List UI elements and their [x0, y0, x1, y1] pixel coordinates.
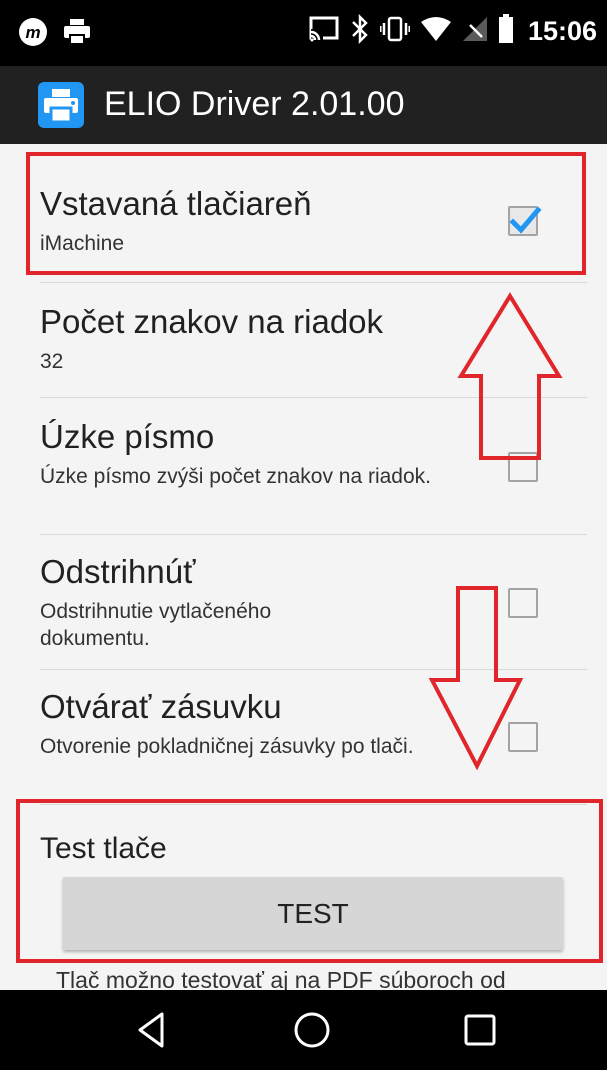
no-signal-icon: [462, 16, 488, 47]
builtin-printer-checkbox[interactable]: [508, 206, 542, 236]
pref-summary: Úzke písmo zvýši počet znakov na riadok.: [40, 465, 432, 488]
test-button[interactable]: TEST: [63, 877, 563, 950]
app-notification-icon: m: [18, 17, 48, 52]
pref-builtin-printer[interactable]: Vstavaná tlačiareň iMachine: [40, 184, 587, 257]
test-section-header: Test tlače: [40, 829, 587, 869]
divider: [40, 534, 587, 535]
battery-icon: [498, 14, 514, 49]
back-icon[interactable]: [130, 1008, 174, 1052]
recents-icon[interactable]: [458, 1008, 502, 1052]
app-title: ELIO Driver 2.01.00: [104, 85, 405, 123]
svg-text:m: m: [25, 23, 40, 42]
status-right-icons: 15:06: [308, 13, 597, 49]
cast-icon: [308, 15, 340, 48]
vibrate-icon: [379, 15, 411, 48]
status-bar: m 15:06: [0, 0, 607, 66]
printer-notification-icon: [62, 18, 92, 51]
nav-bar: [0, 990, 607, 1070]
home-icon[interactable]: [290, 1008, 334, 1052]
divider: [40, 282, 587, 283]
arrow-up-icon: [457, 292, 563, 460]
pref-summary: Odstrihnutie vytlačeného dokumentu.: [40, 600, 272, 650]
pref-summary: Otvorenie pokladničnej zásuvky po tlači.: [40, 735, 414, 758]
checkmark-icon: [509, 206, 542, 234]
test-section-title: Test tlače: [40, 832, 167, 865]
wifi-icon: [420, 16, 452, 47]
status-time: 15:06: [527, 16, 597, 46]
pref-title: Vstavaná tlačiareň: [40, 185, 312, 222]
test-note: Tlač možno testovať aj na PDF súboroch o…: [56, 967, 506, 990]
arrow-down-icon: [428, 586, 524, 770]
settings-list[interactable]: Vstavaná tlačiareň iMachine Počet znakov…: [0, 144, 607, 990]
pref-summary: iMachine: [40, 232, 125, 255]
bluetooth-icon: [350, 13, 370, 49]
action-bar: ELIO Driver 2.01.00: [0, 66, 607, 144]
status-left-icons: m: [18, 17, 92, 52]
printer-icon: [38, 82, 84, 128]
divider: [40, 804, 587, 805]
